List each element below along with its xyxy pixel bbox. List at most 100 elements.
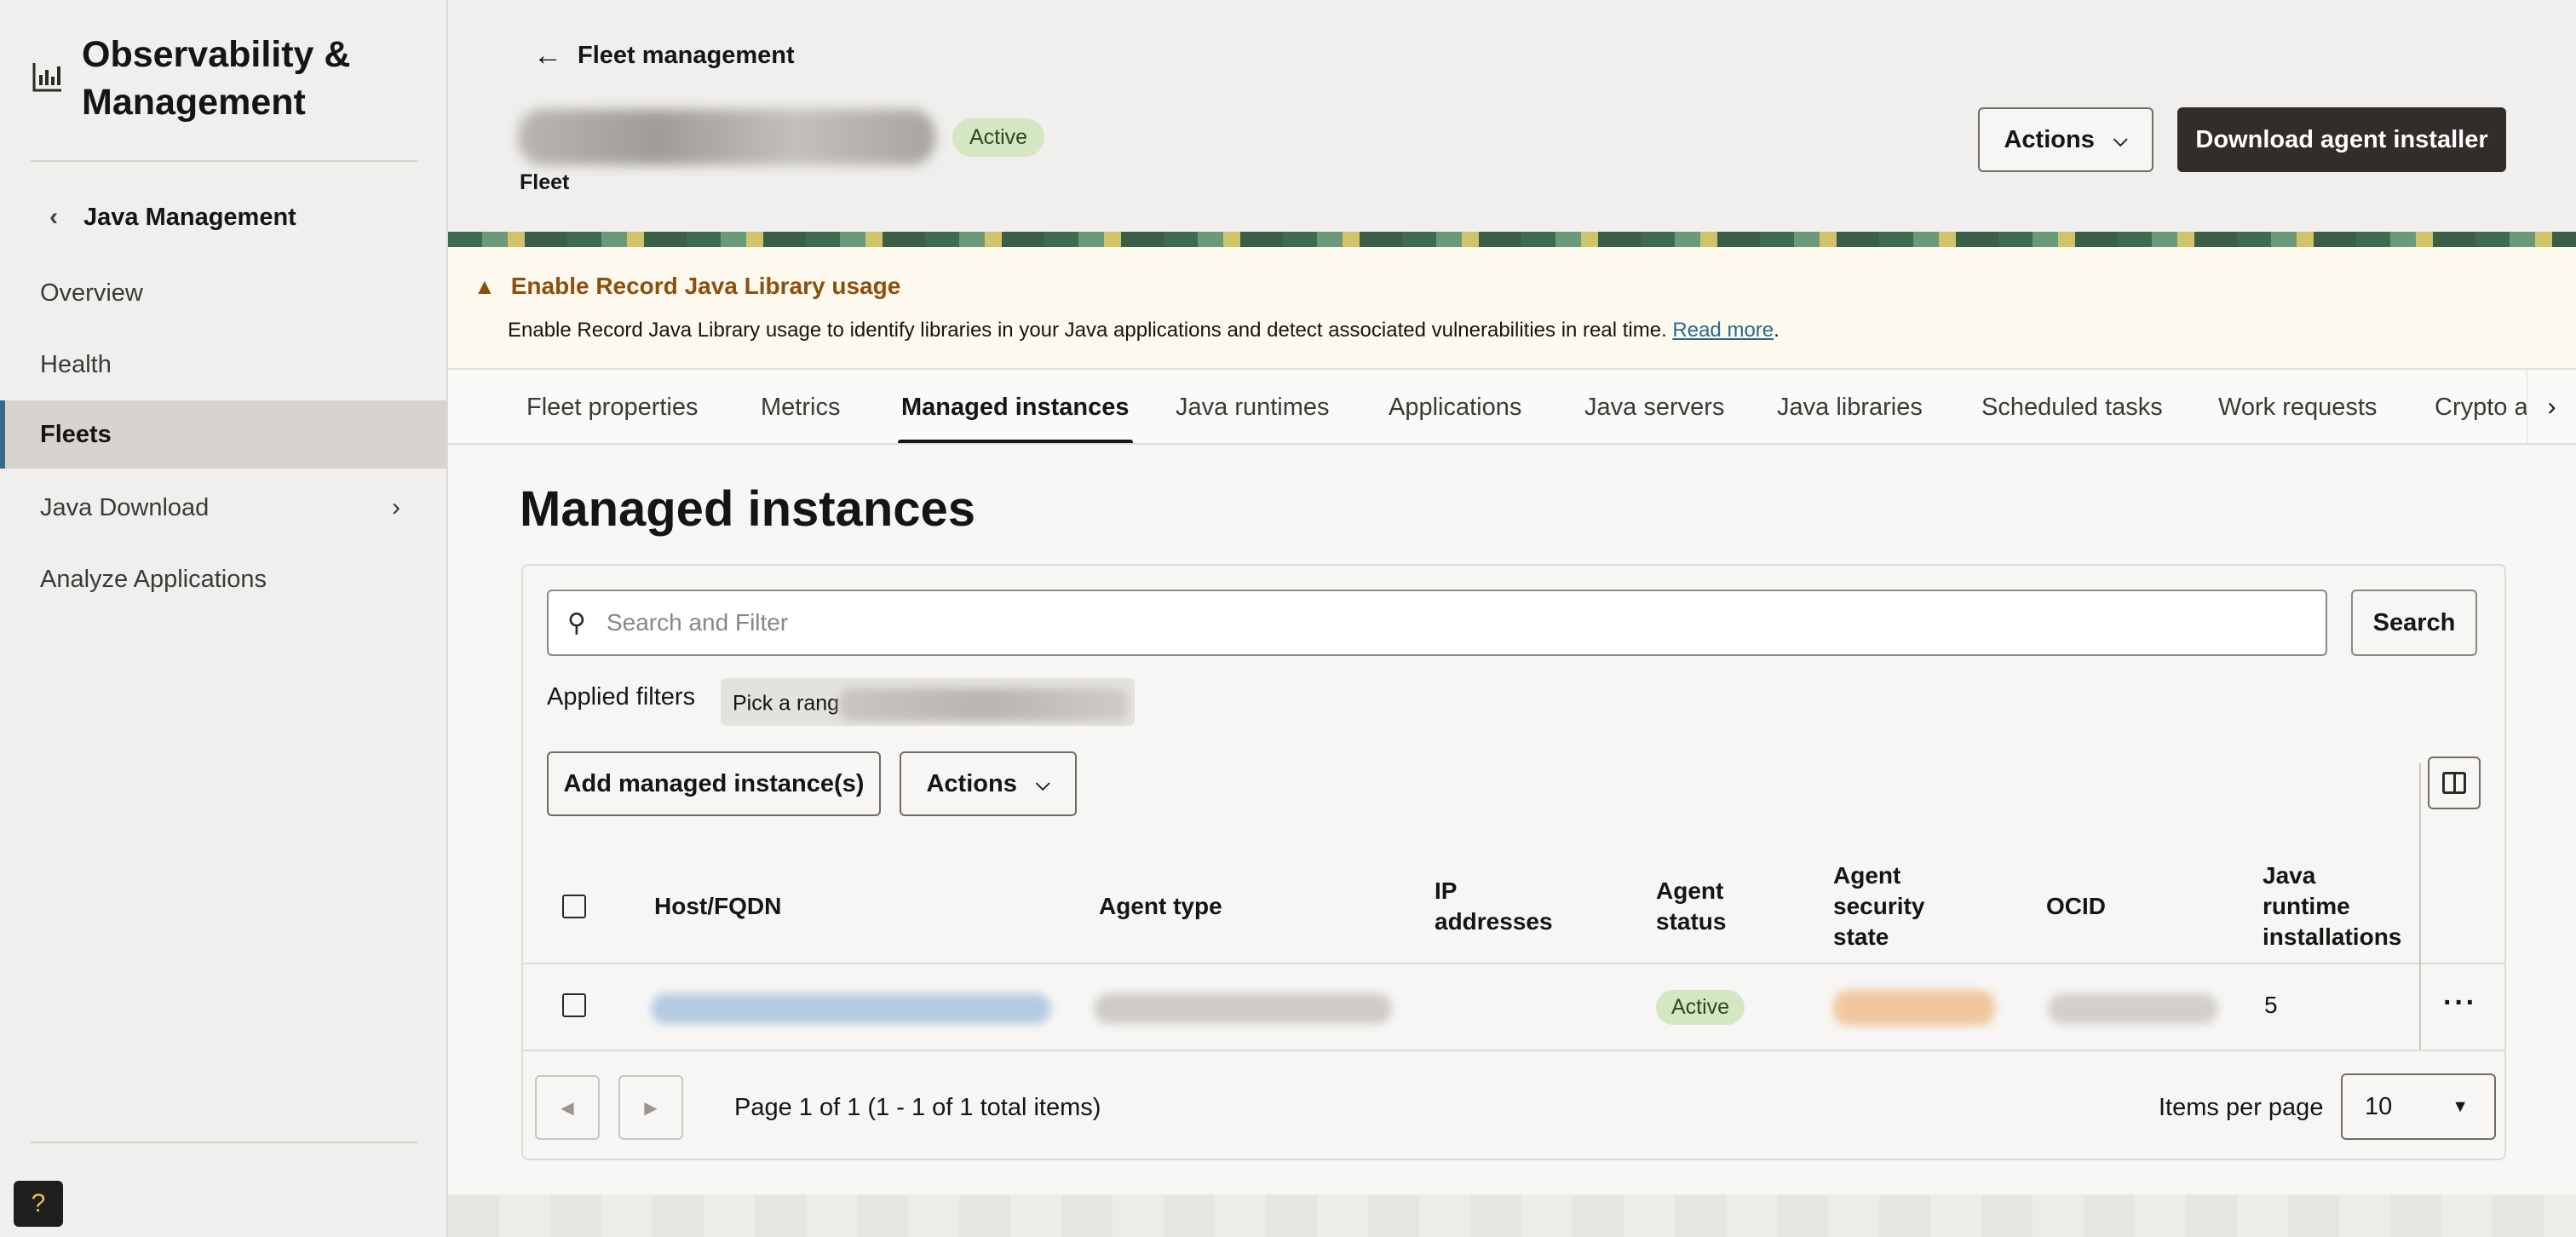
column-header-host[interactable]: Host/FQDN: [654, 891, 781, 922]
chevron-down-icon: ⌵: [2113, 129, 2128, 150]
help-icon[interactable]: ?: [14, 1181, 63, 1227]
actions-label: Actions: [2004, 125, 2095, 153]
observability-icon: [32, 63, 61, 92]
alert-text: Enable Record Java Library usage to iden…: [508, 319, 1780, 342]
back-label: Java Management: [83, 203, 296, 231]
breadcrumb[interactable]: ← Fleet management: [533, 39, 795, 72]
sidebar-item-label: Health: [40, 350, 112, 378]
sidebar-item-health[interactable]: Health: [0, 331, 446, 399]
page-info: Page 1 of 1 (1 - 1 of 1 total items): [734, 1094, 1101, 1121]
tab-java-libraries[interactable]: Java libraries: [1777, 370, 1923, 443]
sidebar-item-fleets[interactable]: Fleets: [0, 400, 446, 469]
sidebar-item-label: Fleets: [40, 420, 112, 448]
alert-title-text: Enable Record Java Library usage: [510, 273, 901, 299]
read-more-link[interactable]: Read more: [1672, 319, 1774, 342]
tab-metrics[interactable]: Metrics: [761, 370, 840, 443]
tab-scroll-right[interactable]: ›: [2527, 370, 2576, 443]
chevron-right-icon: ›: [2547, 393, 2556, 421]
columns-toggle-button[interactable]: [2428, 757, 2481, 809]
sidebar: Observability & Management ‹ Java Manage…: [0, 0, 448, 1237]
tab-managed-instances[interactable]: Managed instances: [898, 370, 1133, 443]
sidebar-item-label: Overview: [40, 279, 143, 307]
ocid-redacted: [2048, 993, 2218, 1024]
host-link-redacted[interactable]: [651, 993, 1051, 1024]
alert-body: Enable Record Java Library usage to iden…: [508, 319, 1667, 342]
column-separator: [2419, 763, 2421, 964]
column-header-agent-type[interactable]: Agent type: [1099, 891, 1222, 922]
search-button[interactable]: Search: [2351, 590, 2477, 656]
filter-chip-redacted: [839, 688, 1130, 721]
alert-banner: ▲ Enable Record Java Library usage Enabl…: [448, 247, 2576, 370]
brand-title: Observability & Management: [82, 34, 351, 123]
page-title: Managed instances: [520, 481, 976, 537]
title-row: Active: [518, 109, 1045, 165]
column-header-java-runtime-installations[interactable]: Java runtime installations: [2263, 860, 2401, 952]
columns-icon: [2442, 772, 2466, 794]
sidebar-divider-bottom: [31, 1142, 417, 1143]
chevron-right-icon: ›: [392, 493, 400, 521]
chevron-down-icon: ⌵: [1035, 773, 1050, 794]
decorative-footer: [448, 1194, 2576, 1237]
tab-applications[interactable]: Applications: [1389, 370, 1521, 443]
sidebar-divider: [31, 160, 417, 162]
actions-button[interactable]: Actions ⌵: [1978, 107, 2153, 172]
tab-crypto[interactable]: Crypto a: [2435, 370, 2528, 443]
table-actions-button[interactable]: Actions ⌵: [900, 751, 1077, 816]
brand: Observability & Management: [31, 31, 423, 126]
table-row: Active 5 ···: [523, 763, 2504, 1051]
sidebar-item-analyze-applications[interactable]: Analyze Applications: [0, 545, 446, 613]
breadcrumb-label: Fleet management: [578, 42, 795, 69]
tab-fleet-properties[interactable]: Fleet properties: [526, 370, 699, 443]
applied-filters-label: Applied filters: [547, 683, 696, 711]
alert-title: ▲ Enable Record Java Library usage: [474, 273, 900, 300]
main: ← Fleet management Active Fleet Actions …: [448, 0, 2576, 1237]
page-subtitle: Fleet: [520, 170, 570, 194]
caret-right-icon: ▶: [644, 1098, 658, 1118]
tab-bar: Fleet properties Metrics Managed instanc…: [448, 370, 2576, 445]
column-header-ocid[interactable]: OCID: [2046, 891, 2106, 922]
column-header-agent-security-state[interactable]: Agent security state: [1833, 860, 1924, 952]
pagination: ◀ ▶ Page 1 of 1 (1 - 1 of 1 total items)…: [523, 1051, 2504, 1160]
items-per-page-value: 10: [2365, 1092, 2393, 1120]
add-managed-instance-button[interactable]: Add managed instance(s): [547, 751, 881, 816]
search-icon: ⚲: [567, 608, 586, 637]
agent-type-redacted: [1094, 993, 1392, 1024]
caret-left-icon: ◀: [561, 1098, 574, 1118]
sidebar-item-overview[interactable]: Overview: [0, 259, 446, 327]
alert-link-suffix: .: [1774, 319, 1780, 342]
tab-scheduled-tasks[interactable]: Scheduled tasks: [1981, 370, 2163, 443]
security-state-redacted: [1833, 990, 1995, 1026]
select-all-checkbox[interactable]: [562, 895, 586, 918]
java-runtime-installations-value: 5: [2264, 992, 2278, 1018]
fleet-name-redacted: [518, 109, 935, 165]
sidebar-item-label: Java Download: [40, 493, 210, 521]
agent-status-badge: Active: [1656, 990, 1745, 1025]
search-input[interactable]: ⚲ Search and Filter: [547, 590, 2327, 656]
column-header-ip-addresses[interactable]: IP addresses: [1435, 876, 1553, 937]
row-checkbox[interactable]: [562, 993, 586, 1017]
items-per-page-select[interactable]: 10 ▼: [2341, 1073, 2496, 1140]
next-page-button[interactable]: ▶: [618, 1075, 683, 1140]
actions-label: Actions: [926, 769, 1017, 797]
tab-work-requests[interactable]: Work requests: [2218, 370, 2377, 443]
previous-page-button[interactable]: ◀: [535, 1075, 600, 1140]
warning-icon: ▲: [474, 273, 496, 299]
back-to-java-management[interactable]: ‹ Java Management: [49, 203, 296, 232]
caret-down-icon: ▼: [2452, 1096, 2469, 1116]
content: Managed instances ⚲ Search and Filter Se…: [448, 445, 2576, 1194]
arrow-left-icon: ←: [533, 39, 562, 72]
chevron-left-icon: ‹: [49, 203, 58, 231]
status-badge: Active: [952, 118, 1045, 157]
items-per-page-label: Items per page: [2159, 1094, 2324, 1121]
download-agent-installer-button[interactable]: Download agent installer: [2177, 107, 2506, 172]
page-header: ← Fleet management Active Fleet Actions …: [448, 0, 2576, 232]
filter-chip[interactable]: Pick a rang: [721, 678, 1135, 726]
table-header: Host/FQDN Agent type IP addresses Agent st…: [523, 850, 2504, 1051]
row-actions-icon[interactable]: ···: [2443, 987, 2477, 1020]
column-header-agent-status[interactable]: Agent status: [1656, 876, 1726, 937]
tab-java-runtimes[interactable]: Java runtimes: [1176, 370, 1330, 443]
instances-panel: ⚲ Search and Filter Search Applied filte…: [521, 564, 2506, 1160]
tab-java-servers[interactable]: Java servers: [1584, 370, 1724, 443]
sidebar-item-java-download[interactable]: Java Download ›: [0, 474, 446, 542]
sidebar-item-label: Analyze Applications: [40, 565, 267, 593]
